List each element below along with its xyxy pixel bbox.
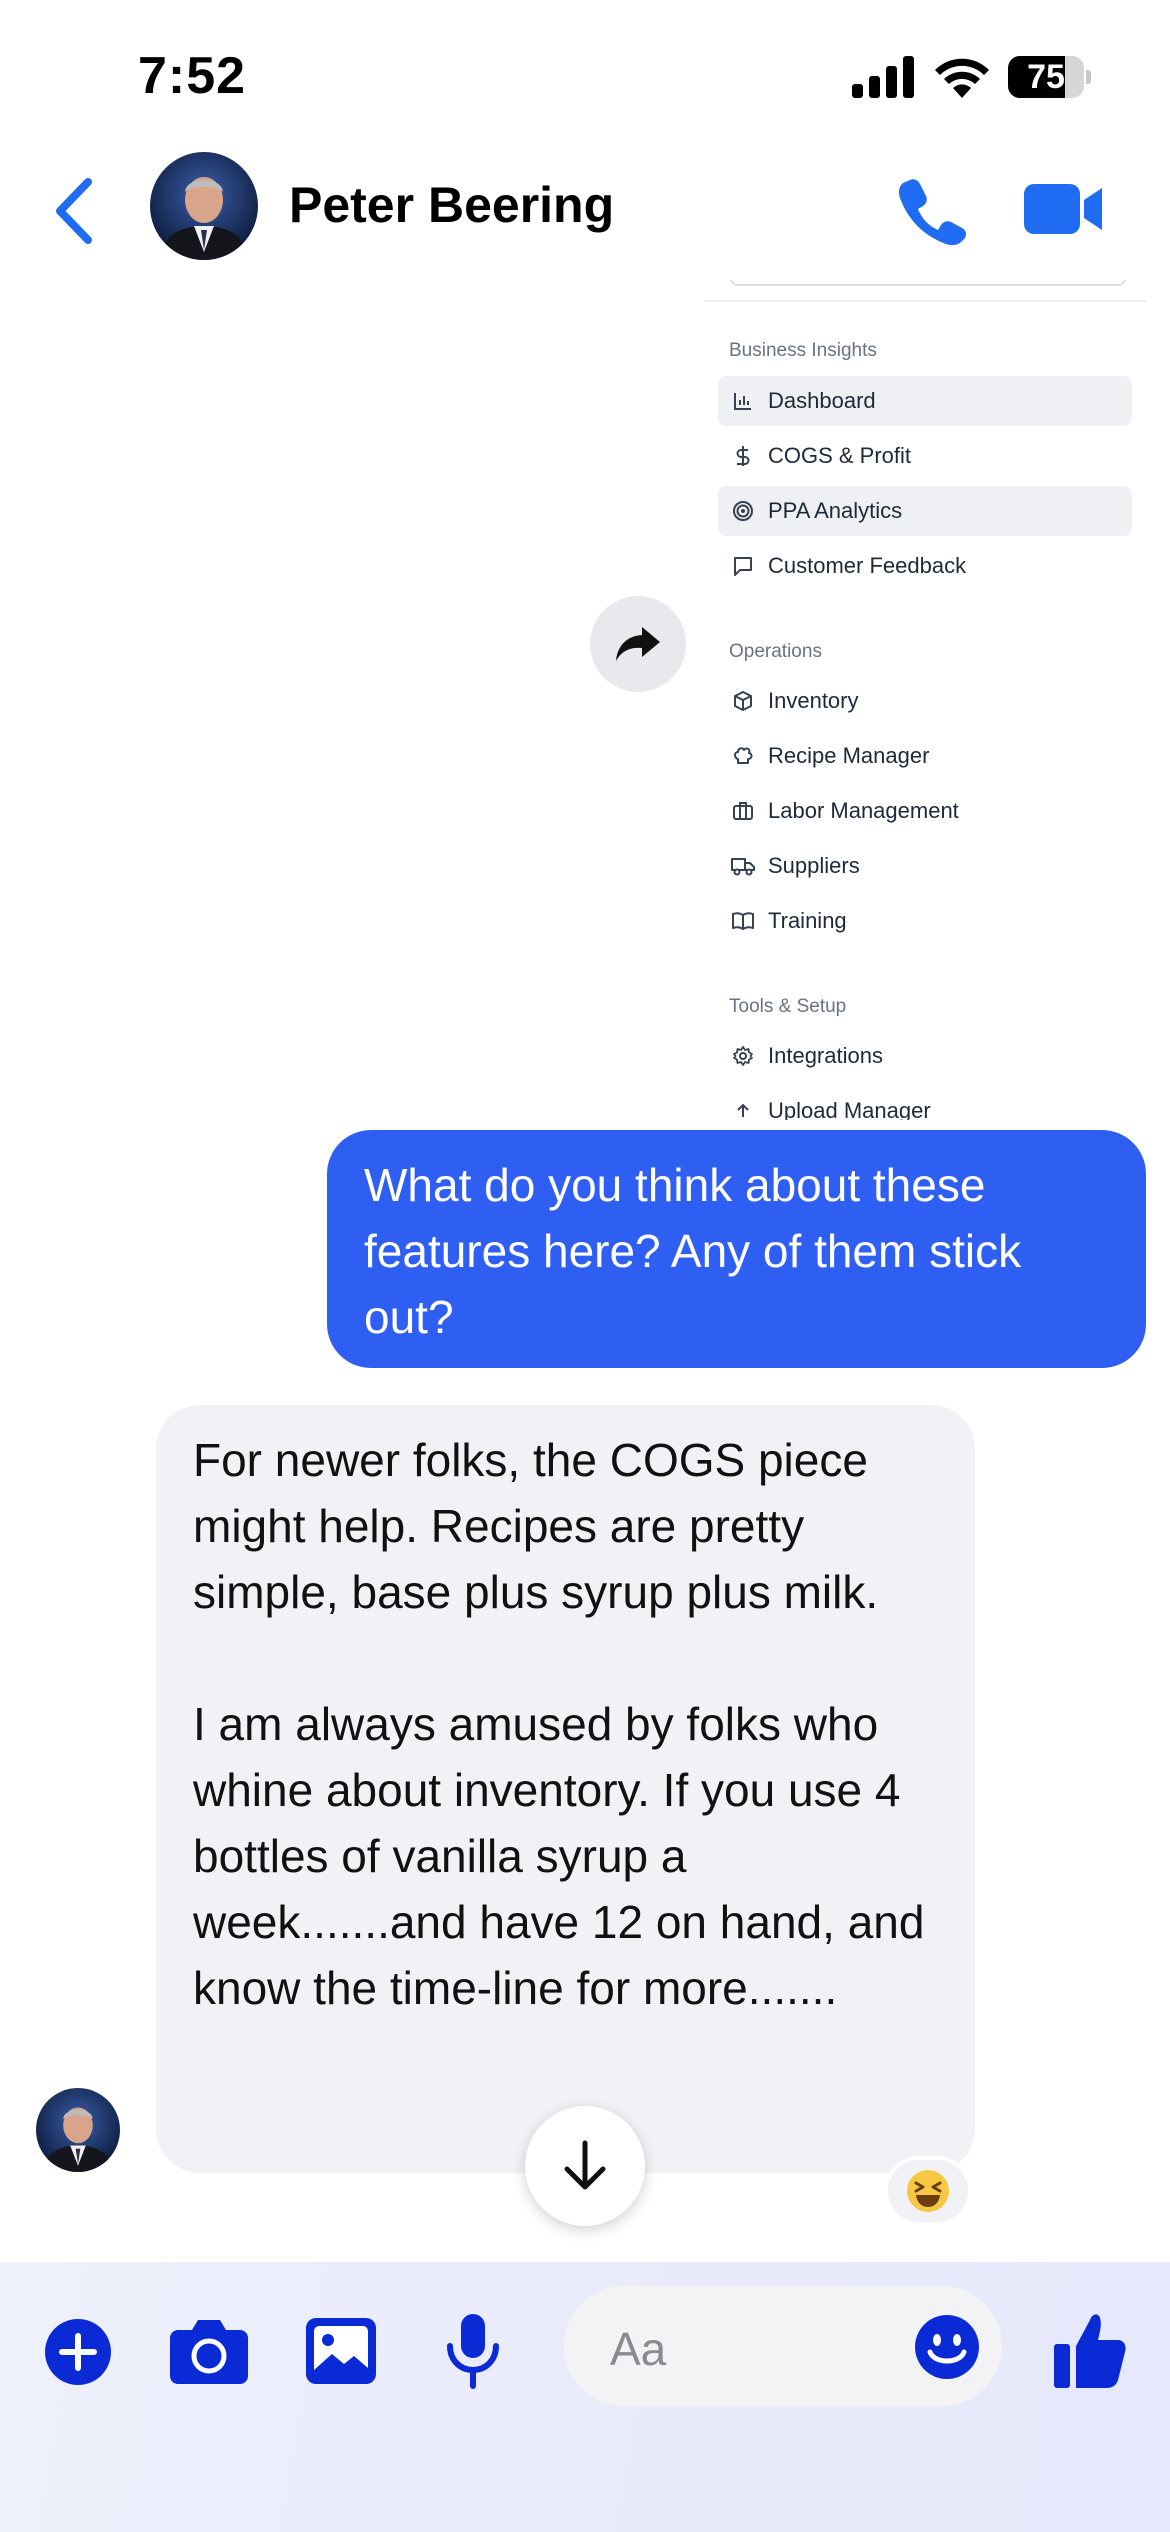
contact-avatar[interactable] xyxy=(150,152,258,260)
sidebar-item-label: Inventory xyxy=(768,688,859,713)
message-input[interactable]: Aa xyxy=(564,2286,1002,2406)
sidebar-item-training: Training xyxy=(718,896,1132,946)
section-title-tools-setup: Tools & Setup xyxy=(729,996,847,1017)
cellular-signal-icon xyxy=(852,56,914,98)
like-button[interactable] xyxy=(1054,2310,1126,2388)
sidebar-item-label: Training xyxy=(768,908,847,933)
upload-icon xyxy=(730,1098,756,1120)
wifi-icon xyxy=(935,58,989,98)
sidebar-item-label: Labor Management xyxy=(768,798,959,823)
battery-icon: 75 xyxy=(1008,56,1091,98)
camera-icon xyxy=(170,2320,248,2384)
forward-button[interactable] xyxy=(590,596,686,692)
bar-chart-icon xyxy=(730,388,756,414)
sidebar-item-ppa-analytics: PPA Analytics xyxy=(718,486,1132,536)
microphone-icon xyxy=(447,2314,499,2389)
sender-avatar[interactable] xyxy=(36,2088,120,2172)
share-arrow-icon xyxy=(616,627,660,661)
emoji-icon[interactable] xyxy=(914,2314,980,2380)
sidebar-item-label: COGS & Profit xyxy=(768,443,912,468)
battery-level: 75 xyxy=(1027,58,1065,96)
sidebar-item-inventory: Inventory xyxy=(718,676,1132,726)
divider xyxy=(704,300,1146,302)
target-icon xyxy=(730,498,756,524)
section-title-operations: Operations xyxy=(729,641,822,662)
search-box-edge xyxy=(730,280,1126,286)
scroll-to-bottom-button[interactable] xyxy=(525,2106,645,2226)
section-title-business-insights: Business Insights xyxy=(729,340,877,361)
sidebar-item-label: Integrations xyxy=(768,1043,883,1068)
image-attachment[interactable]: Business Insights Dashboard COGS & Profi… xyxy=(704,280,1146,1120)
book-open-icon xyxy=(730,908,756,934)
dollar-icon xyxy=(730,443,756,469)
message-composer: Aa xyxy=(0,2262,1170,2532)
status-time: 7:52 xyxy=(138,47,247,105)
plus-circle-icon xyxy=(45,2319,111,2385)
phone-call-icon[interactable] xyxy=(896,174,968,246)
chat-header: Peter Beering xyxy=(0,140,1170,280)
reaction-badge[interactable] xyxy=(884,2156,972,2226)
message-square-icon xyxy=(730,553,756,579)
thumbs-up-icon xyxy=(1054,2314,1126,2388)
incoming-message-text: For newer folks, the COGS piece might he… xyxy=(193,1434,925,2014)
laughing-emoji-icon xyxy=(907,2170,949,2212)
sidebar-item-recipe-manager: Recipe Manager xyxy=(718,731,1132,781)
box-icon xyxy=(730,688,756,714)
sidebar-item-cogs-profit: COGS & Profit xyxy=(718,431,1132,481)
gallery-button[interactable] xyxy=(306,2318,376,2384)
sidebar-item-label: Recipe Manager xyxy=(768,743,930,768)
image-icon xyxy=(306,2318,376,2384)
status-bar: 7:52 75 xyxy=(0,0,1170,150)
arrow-down-icon xyxy=(564,2140,606,2190)
outgoing-message-bubble[interactable]: What do you think about these features h… xyxy=(327,1130,1146,1368)
truck-icon xyxy=(730,853,756,879)
gear-icon xyxy=(730,1043,756,1069)
incoming-message-bubble[interactable]: For newer folks, the COGS piece might he… xyxy=(156,1405,975,2173)
sidebar-item-dashboard: Dashboard xyxy=(718,376,1132,426)
sidebar-item-label: Suppliers xyxy=(768,853,860,878)
contact-name[interactable]: Peter Beering xyxy=(289,176,614,234)
sidebar-item-customer-feedback: Customer Feedback xyxy=(718,541,1132,591)
sidebar-item-label: Dashboard xyxy=(768,388,876,413)
chef-hat-icon xyxy=(730,743,756,769)
add-button[interactable] xyxy=(44,2318,112,2386)
sidebar-item-integrations: Integrations xyxy=(718,1031,1132,1081)
video-call-icon[interactable] xyxy=(1024,180,1104,238)
briefcase-icon xyxy=(730,798,756,824)
outgoing-message-text: What do you think about these features h… xyxy=(364,1159,1022,1343)
sidebar-item-label: Customer Feedback xyxy=(768,553,967,578)
sidebar-item-labor-management: Labor Management xyxy=(718,786,1132,836)
camera-button[interactable] xyxy=(170,2318,248,2384)
voice-message-button[interactable] xyxy=(444,2312,502,2390)
sidebar-item-upload-manager: Upload Manager xyxy=(718,1086,1132,1120)
back-chevron-icon[interactable] xyxy=(50,176,100,246)
sidebar-item-suppliers: Suppliers xyxy=(718,841,1132,891)
sidebar-item-label: PPA Analytics xyxy=(768,498,903,523)
sidebar-item-label: Upload Manager xyxy=(768,1098,931,1120)
message-input-placeholder: Aa xyxy=(610,2323,667,2375)
